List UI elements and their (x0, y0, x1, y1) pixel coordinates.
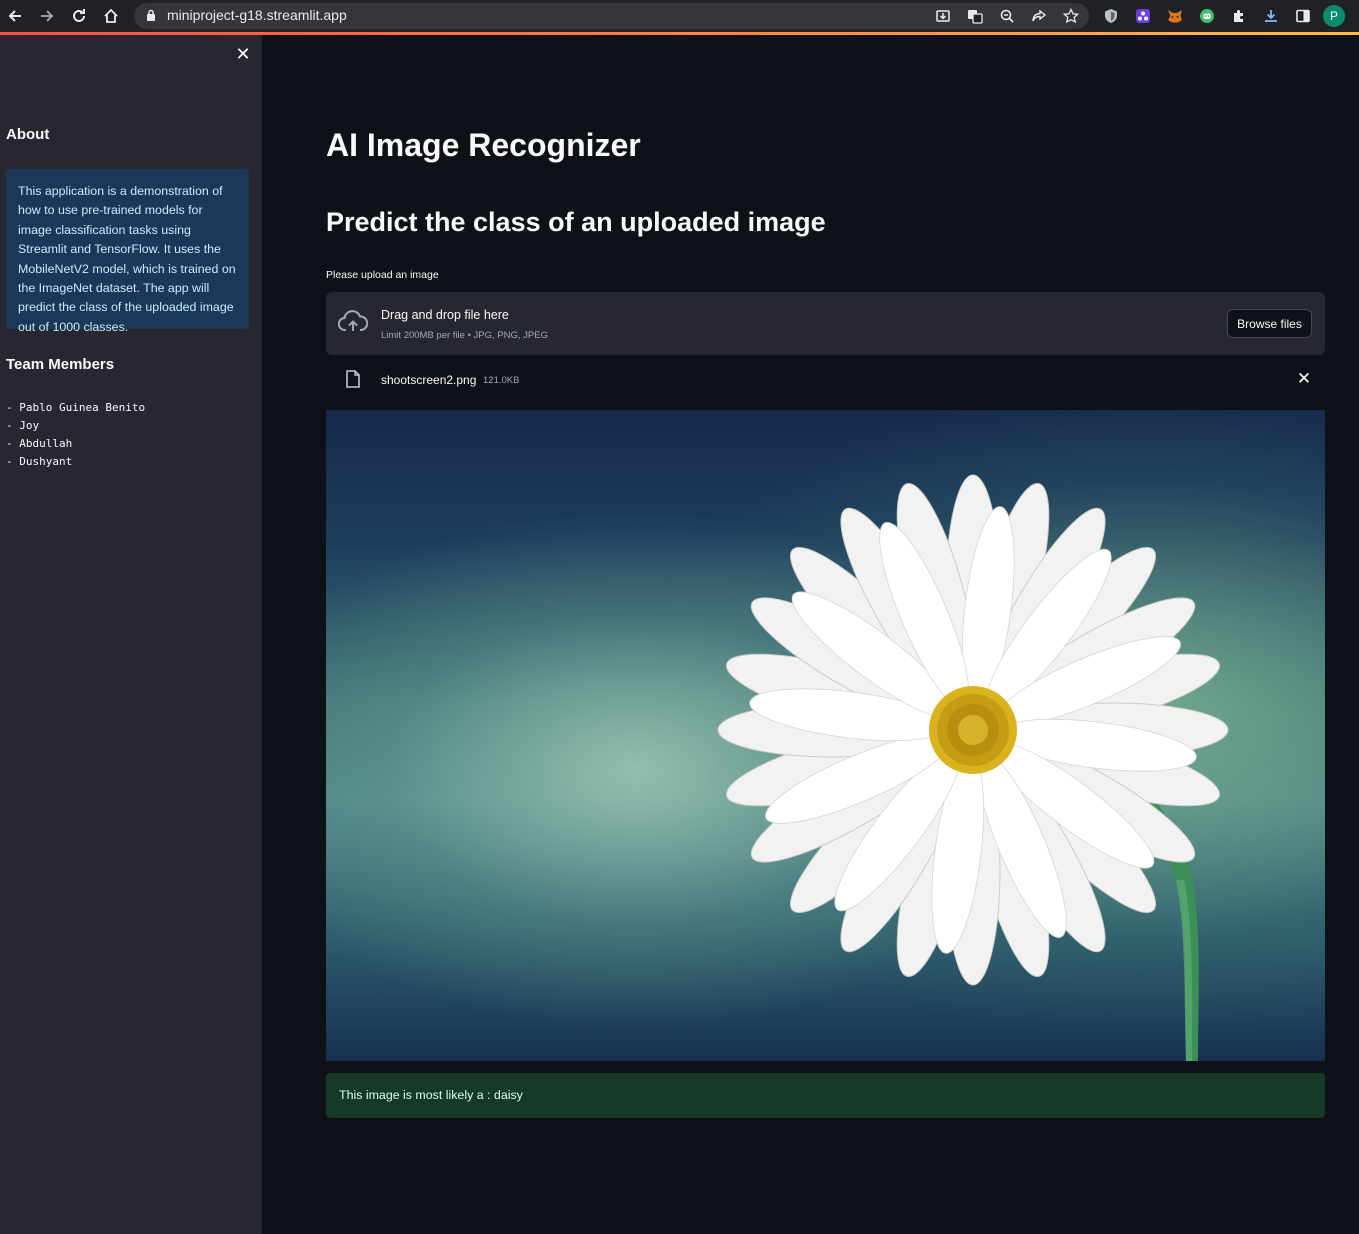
translate-icon[interactable] (964, 5, 986, 27)
remove-file-icon[interactable]: ✕ (1296, 369, 1312, 389)
profile-avatar[interactable]: P (1323, 5, 1345, 27)
side-panel-icon[interactable] (1292, 5, 1314, 27)
team-members-list: - Pablo Guinea Benito - Joy - Abdullah -… (6, 399, 145, 471)
dropzone-limit: Limit 200MB per file • JPG, PNG, JPEG (381, 330, 548, 341)
share-icon[interactable] (1028, 5, 1050, 27)
main-content: AI Image Recognizer Predict the class of… (262, 35, 1359, 1234)
robot-extension-icon[interactable] (1196, 5, 1218, 27)
file-dropzone[interactable]: Drag and drop file here Limit 200MB per … (326, 292, 1325, 355)
shield-extension-icon[interactable] (1100, 5, 1122, 27)
daisy-illustration (717, 474, 1229, 1061)
upload-label: Please upload an image (326, 269, 439, 281)
fox-extension-icon[interactable] (1164, 5, 1186, 27)
team-member: - Joy (6, 419, 40, 432)
close-sidebar-icon[interactable]: ✕ (235, 45, 251, 63)
zoom-icon[interactable] (996, 5, 1018, 27)
team-member: - Dushyant (6, 455, 73, 468)
page-title: AI Image Recognizer (326, 127, 641, 163)
uploaded-file-row: shootscreen2.png 121.0KB ✕ (326, 363, 1325, 395)
back-arrow-icon[interactable] (1, 0, 29, 32)
prediction-result: This image is most likely a : daisy (326, 1073, 1325, 1118)
downloads-icon[interactable] (1260, 5, 1282, 27)
extensions-puzzle-icon[interactable] (1228, 5, 1250, 27)
file-name: shootscreen2.png (381, 373, 477, 387)
home-icon[interactable] (97, 0, 125, 32)
dropzone-title: Drag and drop file here (381, 308, 509, 322)
install-app-icon[interactable] (932, 5, 954, 27)
browse-files-button[interactable]: Browse files (1227, 309, 1312, 338)
lock-icon (146, 9, 156, 27)
team-member: - Pablo Guinea Benito (6, 401, 146, 414)
cloud-upload-icon (337, 310, 369, 339)
team-member: - Abdullah (6, 437, 73, 450)
file-size: 121.0KB (483, 375, 520, 386)
forward-arrow-icon[interactable] (33, 0, 61, 32)
sidebar: ✕ About This application is a demonstrat… (0, 35, 262, 1234)
file-icon (346, 370, 360, 393)
purple-extension-icon[interactable] (1132, 5, 1154, 27)
profile-initial: P (1323, 5, 1345, 27)
about-info-box: This application is a demonstration of h… (6, 169, 249, 334)
reload-icon[interactable] (65, 0, 93, 32)
bookmark-star-icon[interactable] (1060, 5, 1082, 27)
about-heading: About (6, 126, 50, 143)
url-text: miniproject-g18.streamlit.app (167, 7, 347, 23)
browser-toolbar: miniproject-g18.streamlit.app P (0, 0, 1359, 32)
page-subtitle: Predict the class of an uploaded image (326, 207, 826, 237)
uploaded-image-daisy (326, 410, 1325, 1061)
team-heading: Team Members (6, 356, 115, 373)
